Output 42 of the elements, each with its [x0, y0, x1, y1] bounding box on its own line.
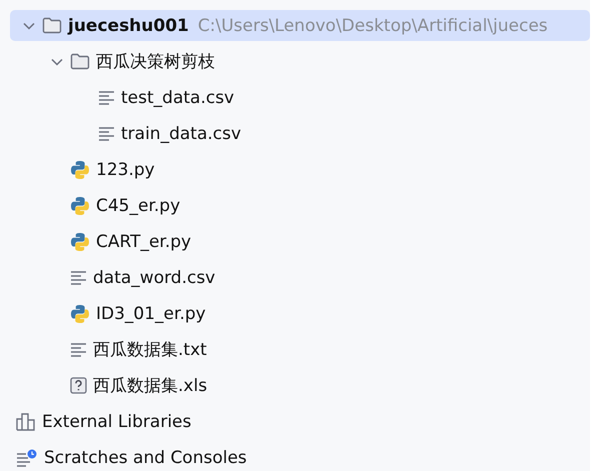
scratches-icon [16, 448, 38, 466]
tree-row[interactable]: train_data.csv [10, 118, 590, 149]
tree-row[interactable]: 西瓜数据集.txt [10, 334, 590, 365]
python-icon [70, 304, 90, 324]
file-name: train_data.csv [121, 124, 242, 144]
file-name: jueceshu001 [68, 16, 189, 36]
tree-row[interactable]: C45_er.py [10, 190, 590, 221]
tree-row[interactable]: 123.py [10, 154, 590, 185]
tree-row[interactable]: CART_er.py [10, 226, 590, 257]
file-name: test_data.csv [121, 88, 234, 108]
tree-row[interactable]: jueceshu001 C:\Users\Lenovo\Desktop\Artificial\jueces [10, 10, 590, 41]
text-file-icon [98, 126, 115, 141]
library-icon [16, 412, 36, 430]
tree-row[interactable]: 西瓜数据集.xls [10, 370, 590, 401]
tree-row[interactable]: Scratches and Consoles [10, 442, 590, 471]
text-file-icon [70, 342, 87, 357]
python-icon [70, 196, 90, 216]
file-name: 西瓜决策树剪枝 [96, 51, 215, 73]
tree-row[interactable]: External Libraries [10, 406, 590, 437]
tree-row[interactable]: test_data.csv [10, 82, 590, 113]
unknown-file-icon [70, 377, 87, 394]
folder-icon [70, 53, 90, 70]
tree-row[interactable]: ID3_01_er.py [10, 298, 590, 329]
tree-row[interactable]: data_word.csv [10, 262, 590, 293]
file-name: External Libraries [42, 412, 192, 432]
text-file-icon [70, 270, 87, 285]
python-icon [70, 232, 90, 252]
file-name: data_word.csv [93, 268, 216, 288]
chevron-down-icon[interactable] [51, 58, 63, 66]
file-name: CART_er.py [96, 232, 192, 252]
file-name: C45_er.py [96, 196, 180, 216]
project-path: C:\Users\Lenovo\Desktop\Artificial\jueces [198, 16, 548, 36]
file-name: 123.py [96, 160, 155, 180]
text-file-icon [98, 90, 115, 105]
file-name: Scratches and Consoles [44, 448, 247, 468]
file-name: 西瓜数据集.xls [93, 375, 208, 397]
chevron-down-icon[interactable] [23, 22, 35, 30]
file-name: ID3_01_er.py [96, 304, 206, 324]
python-icon [70, 160, 90, 180]
tree-row[interactable]: 西瓜决策树剪枝 [10, 46, 590, 77]
folder-icon [42, 17, 62, 34]
file-name: 西瓜数据集.txt [93, 339, 207, 361]
